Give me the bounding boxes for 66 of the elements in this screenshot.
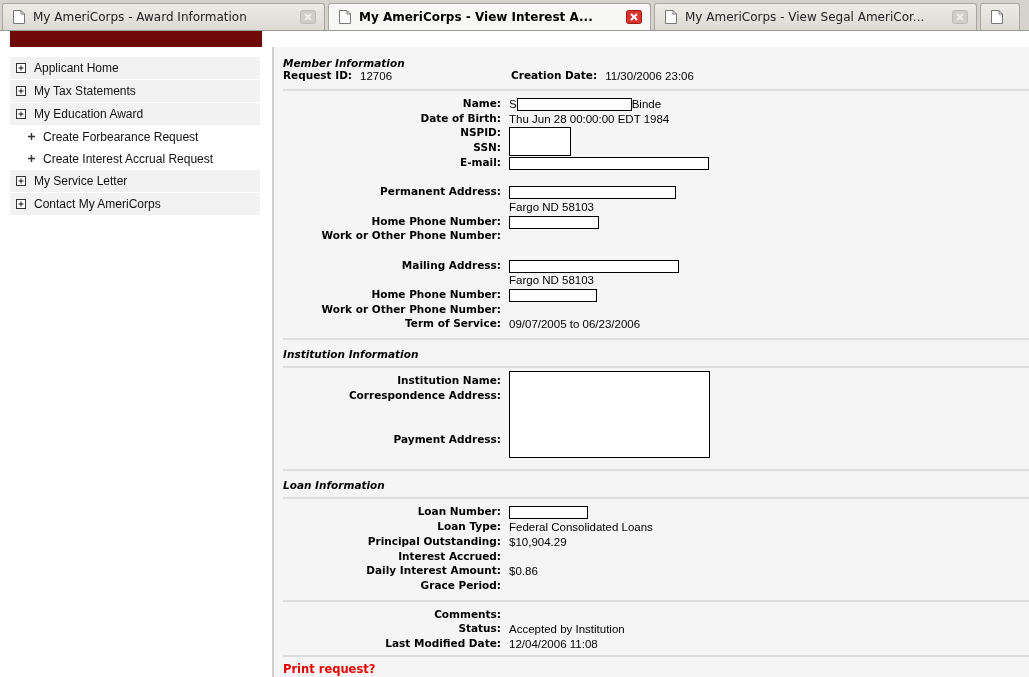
field-label: Loan Type: — [437, 520, 501, 535]
field-value: Binde — [631, 97, 662, 112]
field-label: Home Phone Number: — [371, 287, 501, 302]
field-label: Status: — [458, 622, 501, 637]
sidebar-item[interactable]: Applicant Home — [10, 57, 260, 79]
field-value: Fargo ND 58103 — [509, 273, 595, 288]
field-label: NSPID: — [460, 126, 501, 141]
field-label: Correspondence Address: — [348, 388, 501, 403]
field-value: $10,904.29 — [509, 534, 567, 550]
section-heading: Member Information — [283, 57, 405, 69]
print-request-link[interactable]: Print request? — [283, 662, 376, 676]
document-icon — [665, 10, 677, 24]
field-value: Fargo ND 58103 — [509, 199, 595, 215]
field-label: Principal Outstanding: — [367, 534, 501, 549]
field-label: Home Phone Number: — [371, 214, 501, 229]
field-label: Term of Service: — [405, 317, 501, 332]
sidebar-subitem[interactable]: Create Interest Accrual Request — [10, 148, 260, 170]
field-label: Last Modified Date: — [385, 636, 501, 651]
field-label: Work or Other Phone Number: — [321, 229, 501, 244]
field-label: Comments: — [434, 607, 501, 622]
browser-tab[interactable]: My AmeriCorps - Award Information — [2, 3, 325, 30]
expand-icon — [16, 63, 26, 73]
section-heading: Institution Information — [283, 348, 419, 360]
browser-tab[interactable]: My AmeriCorps - View Segal AmeriCor... — [654, 3, 977, 30]
expand-icon — [16, 199, 26, 209]
field-label: Loan Number: — [417, 505, 501, 520]
document-icon — [991, 10, 1003, 24]
document-icon — [339, 10, 351, 24]
field-label: Creation Date: — [511, 69, 598, 83]
section-heading: Loan Information — [283, 479, 385, 492]
field-label: Name: — [462, 97, 501, 111]
sidebar-subitem[interactable]: Create Forbearance Request — [10, 126, 260, 148]
field-label: E-mail: — [460, 155, 501, 170]
plus-icon — [28, 155, 35, 162]
field-value: 12/04/2006 11:08 — [509, 636, 598, 652]
field-value: 11/30/2006 23:06 — [605, 69, 694, 83]
field-label: Date of Birth: — [420, 111, 501, 126]
field-label: Work or Other Phone Number: — [321, 302, 501, 317]
field-label: Permanent Address: — [380, 185, 501, 200]
field-label: Payment Address: — [393, 432, 501, 447]
field-value: Federal Consolidated Loans — [509, 520, 653, 535]
field-label: Daily Interest Amount: — [366, 564, 501, 579]
browser-tab[interactable]: My AmeriCorps - View Interest A... — [328, 3, 651, 30]
expand-icon — [16, 176, 26, 186]
field-label: Mailing Address: — [401, 258, 501, 273]
field-value: Thu Jun 28 00:00:00 EDT 1984 — [509, 111, 670, 127]
document-icon — [13, 10, 25, 24]
expand-icon — [16, 109, 26, 119]
field-label: Institution Name: — [397, 374, 501, 388]
plus-icon — [28, 133, 35, 140]
close-icon[interactable] — [626, 10, 642, 24]
field-label: Grace Period: — [420, 578, 501, 593]
field-label: Request ID: — [283, 69, 353, 83]
field-label: SSN: — [473, 141, 501, 156]
field-value: 09/07/2005 to 06/23/2006 — [509, 317, 641, 332]
sidebar-item[interactable]: Contact My AmeriCorps — [10, 193, 260, 215]
expand-icon — [16, 86, 26, 96]
field-value: S — [509, 97, 517, 112]
sidebar-item[interactable]: My Education Award — [10, 103, 260, 125]
field-label: Interest Accrued: — [398, 549, 501, 564]
field-value: 12706 — [360, 69, 393, 83]
field-value: Accepted by Institution — [509, 622, 625, 637]
browser-tab[interactable] — [980, 3, 1020, 30]
field-value: $0.86 — [509, 564, 538, 579]
sidebar-item[interactable]: My Service Letter — [10, 170, 260, 192]
sidebar-item[interactable]: My Tax Statements — [10, 80, 260, 102]
